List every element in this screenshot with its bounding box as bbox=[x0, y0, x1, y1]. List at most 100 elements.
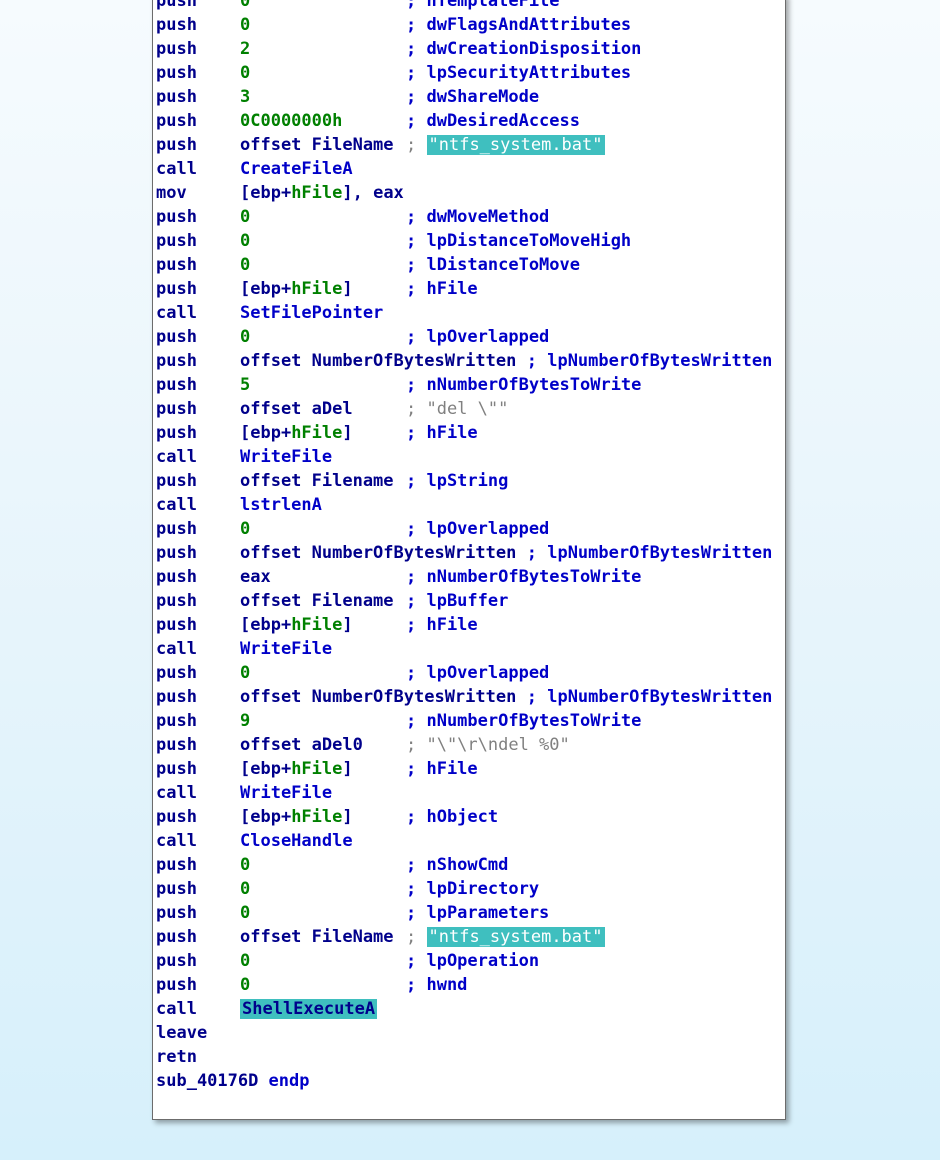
mnemonic[interactable]: push bbox=[156, 949, 197, 973]
operand-part[interactable]: offset NumberOfBytesWritten bbox=[240, 543, 516, 563]
mnemonic[interactable]: push bbox=[156, 325, 197, 349]
operand[interactable]: offset aDel bbox=[240, 397, 353, 421]
operand-part[interactable]: ] bbox=[342, 423, 352, 443]
mnemonic[interactable]: push bbox=[156, 253, 197, 277]
mnemonic[interactable]: push bbox=[156, 661, 197, 685]
mnemonic[interactable]: push bbox=[156, 205, 197, 229]
operand[interactable]: 0 bbox=[240, 205, 250, 229]
operand-part[interactable]: hFile bbox=[291, 615, 342, 635]
mnemonic[interactable]: push bbox=[156, 109, 197, 133]
operand[interactable]: offset NumberOfBytesWritten bbox=[240, 349, 516, 373]
operand-part[interactable]: offset Filename bbox=[240, 591, 394, 611]
mnemonic[interactable]: push bbox=[156, 733, 197, 757]
operand-part[interactable]: eax bbox=[240, 567, 271, 587]
mnemonic[interactable]: push bbox=[156, 973, 197, 997]
mnemonic[interactable]: push bbox=[156, 517, 197, 541]
operand[interactable]: 9 bbox=[240, 709, 250, 733]
operand-part[interactable]: [ebp+ bbox=[240, 183, 291, 203]
operand-part[interactable]: 0 bbox=[240, 519, 250, 539]
operand[interactable]: 0 bbox=[240, 253, 250, 277]
operand[interactable]: CreateFileA bbox=[240, 157, 353, 181]
mnemonic[interactable]: call bbox=[156, 829, 197, 853]
mnemonic[interactable]: call bbox=[156, 157, 197, 181]
mnemonic[interactable]: call bbox=[156, 781, 197, 805]
operand[interactable]: 5 bbox=[240, 373, 250, 397]
operand-part[interactable]: hFile bbox=[291, 183, 342, 203]
operand[interactable]: [ebp+hFile], eax bbox=[240, 181, 404, 205]
operand[interactable]: offset FileName bbox=[240, 925, 394, 949]
operand-part[interactable]: 0 bbox=[240, 327, 250, 347]
mnemonic[interactable]: push bbox=[156, 0, 197, 13]
mnemonic[interactable]: push bbox=[156, 925, 197, 949]
operand-part[interactable]: offset NumberOfBytesWritten bbox=[240, 687, 516, 707]
operand-part[interactable]: offset aDel0 bbox=[240, 735, 363, 755]
operand[interactable]: WriteFile bbox=[240, 781, 332, 805]
operand[interactable]: offset FileName bbox=[240, 133, 394, 157]
proc-label[interactable]: sub_40176D bbox=[156, 1069, 258, 1093]
operand[interactable]: 0 bbox=[240, 517, 250, 541]
mnemonic[interactable]: push bbox=[156, 541, 197, 565]
operand-part[interactable]: 0 bbox=[240, 903, 250, 923]
operand-part[interactable]: SetFilePointer bbox=[240, 303, 383, 323]
operand[interactable]: offset NumberOfBytesWritten bbox=[240, 541, 516, 565]
operand-part[interactable]: ] bbox=[342, 615, 352, 635]
mnemonic[interactable]: push bbox=[156, 469, 197, 493]
mnemonic[interactable]: push bbox=[156, 421, 197, 445]
mnemonic[interactable]: leave bbox=[156, 1021, 207, 1045]
mnemonic[interactable]: push bbox=[156, 13, 197, 37]
operand-part[interactable]: 3 bbox=[240, 87, 250, 107]
operand-part[interactable]: 5 bbox=[240, 375, 250, 395]
mnemonic[interactable]: push bbox=[156, 277, 197, 301]
operand-part[interactable]: 0 bbox=[240, 663, 250, 683]
operand-part[interactable]: 0 bbox=[240, 951, 250, 971]
operand-part[interactable]: ] bbox=[342, 279, 352, 299]
mnemonic[interactable]: push bbox=[156, 613, 197, 637]
operand[interactable]: 2 bbox=[240, 37, 250, 61]
operand[interactable]: 0 bbox=[240, 973, 250, 997]
operand[interactable]: [ebp+hFile] bbox=[240, 613, 353, 637]
mnemonic[interactable]: push bbox=[156, 61, 197, 85]
operand-part[interactable]: hFile bbox=[291, 759, 342, 779]
operand-part[interactable]: 2 bbox=[240, 39, 250, 59]
mnemonic[interactable]: push bbox=[156, 397, 197, 421]
operand-part[interactable]: lstrlenA bbox=[240, 495, 322, 515]
operand[interactable]: 0 bbox=[240, 229, 250, 253]
operand[interactable]: SetFilePointer bbox=[240, 301, 383, 325]
operand[interactable]: 0 bbox=[240, 61, 250, 85]
operand[interactable]: 0C0000000h bbox=[240, 109, 342, 133]
operand[interactable]: 0 bbox=[240, 949, 250, 973]
operand-part[interactable]: hFile bbox=[291, 279, 342, 299]
operand[interactable]: 0 bbox=[240, 13, 250, 37]
operand-part[interactable]: offset NumberOfBytesWritten bbox=[240, 351, 516, 371]
mnemonic[interactable]: push bbox=[156, 685, 197, 709]
operand-part[interactable]: 0 bbox=[240, 231, 250, 251]
operand-part[interactable]: [ebp+ bbox=[240, 423, 291, 443]
operand-part[interactable]: offset aDel bbox=[240, 399, 353, 419]
operand-part[interactable]: WriteFile bbox=[240, 639, 332, 659]
operand[interactable]: 0 bbox=[240, 0, 250, 13]
operand-part[interactable]: offset Filename bbox=[240, 471, 394, 491]
mnemonic[interactable]: push bbox=[156, 757, 197, 781]
operand-part[interactable]: ], eax bbox=[342, 183, 403, 203]
highlighted-string[interactable]: "ntfs_system.bat" bbox=[426, 927, 605, 947]
operand-part[interactable]: 0 bbox=[240, 207, 250, 227]
mnemonic[interactable]: push bbox=[156, 373, 197, 397]
operand-part[interactable]: 0 bbox=[240, 879, 250, 899]
mnemonic[interactable]: push bbox=[156, 85, 197, 109]
operand-part[interactable]: CloseHandle bbox=[240, 831, 353, 851]
operand[interactable]: WriteFile bbox=[240, 637, 332, 661]
operand[interactable]: 0 bbox=[240, 901, 250, 925]
operand[interactable]: 0 bbox=[240, 877, 250, 901]
operand[interactable]: [ebp+hFile] bbox=[240, 757, 353, 781]
operand[interactable]: 0 bbox=[240, 853, 250, 877]
operand[interactable]: endp bbox=[269, 1069, 310, 1093]
operand[interactable]: [ebp+hFile] bbox=[240, 277, 353, 301]
operand[interactable]: ShellExecuteA bbox=[240, 997, 378, 1021]
operand-part[interactable]: WriteFile bbox=[240, 783, 332, 803]
operand[interactable]: WriteFile bbox=[240, 445, 332, 469]
mnemonic[interactable]: retn bbox=[156, 1045, 197, 1069]
mnemonic[interactable]: mov bbox=[156, 181, 187, 205]
operand[interactable]: eax bbox=[240, 565, 271, 589]
operand[interactable]: offset Filename bbox=[240, 589, 394, 613]
mnemonic[interactable]: call bbox=[156, 445, 197, 469]
